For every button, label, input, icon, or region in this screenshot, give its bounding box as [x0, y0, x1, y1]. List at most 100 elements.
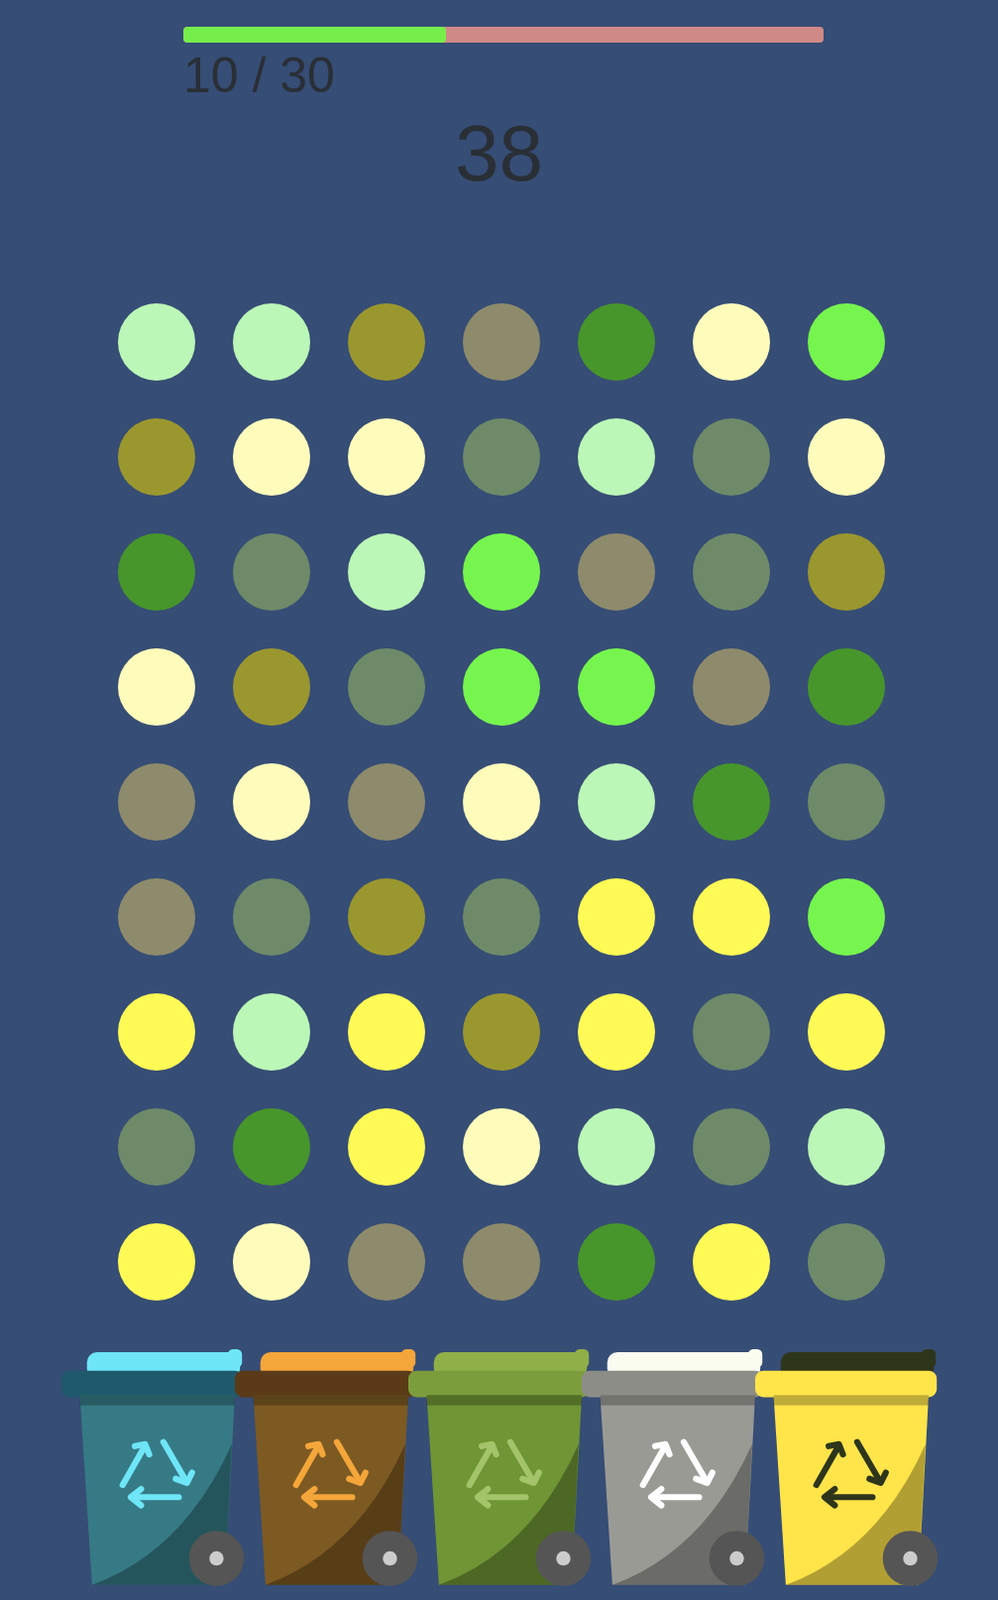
ball[interactable] [117, 763, 196, 841]
ball[interactable] [117, 303, 196, 381]
bin[interactable] [234, 1351, 409, 1588]
ball[interactable] [347, 418, 426, 496]
ball[interactable] [347, 1222, 426, 1301]
ball[interactable] [117, 418, 196, 496]
ball-cell [214, 1204, 330, 1320]
ball[interactable] [347, 763, 426, 841]
ball[interactable] [232, 993, 311, 1071]
ball[interactable] [117, 878, 196, 956]
ball[interactable] [692, 418, 771, 496]
ball-cell [443, 1089, 559, 1205]
ball[interactable] [462, 533, 541, 611]
recycle-bin-icon[interactable] [581, 1351, 756, 1588]
ball[interactable] [692, 993, 771, 1071]
ball[interactable] [117, 533, 196, 611]
ball[interactable] [577, 1222, 656, 1301]
ball[interactable] [232, 878, 311, 956]
ball[interactable] [117, 648, 196, 726]
ball[interactable] [232, 533, 311, 611]
recycle-bin-icon[interactable] [755, 1351, 929, 1588]
ball[interactable] [692, 533, 771, 611]
ball[interactable] [347, 533, 426, 611]
ball[interactable] [807, 1222, 886, 1301]
ball[interactable] [232, 1108, 311, 1186]
header: 10 / 30 [0, 0, 998, 101]
ball[interactable] [347, 648, 426, 726]
ball[interactable] [577, 533, 656, 611]
ball-cell [788, 514, 904, 630]
ball[interactable] [347, 878, 426, 956]
ball[interactable] [117, 993, 196, 1071]
game-screen: 10 / 3038 [0, 0, 998, 1600]
ball-cell [673, 514, 789, 630]
ball[interactable] [577, 1108, 656, 1186]
ball[interactable] [462, 418, 541, 496]
recycle-bin-icon[interactable] [408, 1351, 582, 1588]
progress-fill [183, 26, 446, 43]
ball-cell [99, 514, 215, 630]
ball-cell [443, 629, 559, 745]
ball-cell [214, 399, 330, 515]
ball[interactable] [577, 993, 656, 1071]
ball-cell [673, 744, 789, 860]
ball[interactable] [692, 1108, 771, 1186]
recycle-bin-icon[interactable] [234, 1351, 409, 1588]
ball[interactable] [462, 303, 541, 381]
ball-cell [99, 284, 215, 400]
ball[interactable] [807, 648, 886, 726]
bin[interactable] [581, 1351, 756, 1588]
ball[interactable] [347, 1108, 426, 1186]
bin[interactable] [408, 1351, 582, 1588]
ball-cell [214, 859, 330, 975]
ball[interactable] [577, 763, 656, 841]
ball[interactable] [692, 878, 771, 956]
ball-cell [558, 744, 674, 860]
ball-cell [673, 974, 789, 1090]
ball[interactable] [577, 878, 656, 956]
ball[interactable] [117, 1108, 196, 1186]
ball[interactable] [807, 303, 886, 381]
ball[interactable] [347, 993, 426, 1071]
ball[interactable] [462, 1222, 541, 1301]
ball-cell [673, 284, 789, 400]
ball[interactable] [232, 763, 311, 841]
ball[interactable] [807, 418, 886, 496]
bin[interactable] [61, 1351, 235, 1588]
ball[interactable] [692, 1222, 771, 1301]
ball[interactable] [577, 648, 656, 726]
ball-cell [329, 514, 444, 630]
ball[interactable] [807, 533, 886, 611]
ball-cell [99, 859, 215, 975]
ball[interactable] [807, 1108, 886, 1186]
ball[interactable] [807, 763, 886, 841]
ball-grid [99, 284, 998, 1320]
ball[interactable] [692, 648, 771, 726]
ball-cell [99, 1204, 215, 1320]
ball-cell [788, 1089, 904, 1205]
ball[interactable] [807, 993, 886, 1071]
ball-cell [673, 629, 789, 745]
ball[interactable] [117, 1222, 196, 1301]
ball[interactable] [347, 303, 426, 381]
ball[interactable] [462, 763, 541, 841]
ball[interactable] [462, 993, 541, 1071]
ball[interactable] [577, 303, 656, 381]
ball[interactable] [462, 1108, 541, 1186]
ball-cell [214, 744, 330, 860]
recycle-bin-icon[interactable] [61, 1351, 235, 1588]
ball[interactable] [807, 878, 886, 956]
ball[interactable] [462, 878, 541, 956]
ball[interactable] [232, 648, 311, 726]
ball[interactable] [232, 1222, 311, 1301]
ball-cell [214, 1089, 330, 1205]
ball-cell [673, 1089, 789, 1205]
ball[interactable] [232, 303, 311, 381]
bin[interactable] [755, 1351, 929, 1588]
ball[interactable] [692, 763, 771, 841]
ball[interactable] [692, 303, 771, 381]
ball-cell [329, 284, 444, 400]
ball[interactable] [577, 418, 656, 496]
ball-cell [214, 629, 330, 745]
ball[interactable] [462, 648, 541, 726]
ball[interactable] [232, 418, 311, 496]
